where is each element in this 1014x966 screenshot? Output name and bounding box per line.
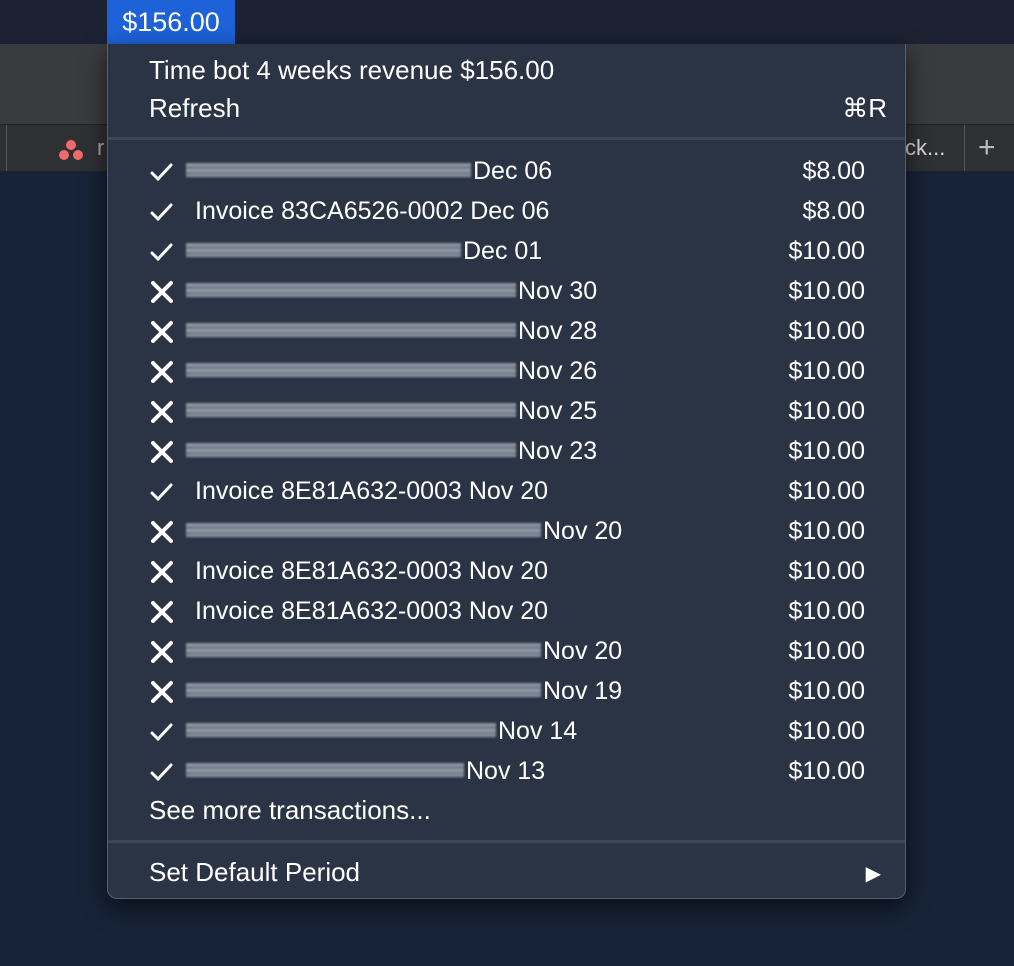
transaction-amount: $10.00 bbox=[788, 357, 865, 385]
transaction-row[interactable]: Nov 28 $10.00 bbox=[108, 312, 905, 352]
checkmark-icon bbox=[150, 203, 173, 222]
revenue-header: Time bot 4 weeks revenue $156.00 bbox=[149, 55, 555, 85]
transaction-label: Nov 28 bbox=[518, 317, 598, 345]
browser-tab[interactable] bbox=[6, 125, 107, 171]
transaction-label: Nov 25 bbox=[518, 397, 598, 425]
transaction-label: Nov 26 bbox=[518, 357, 598, 385]
transaction-amount: $10.00 bbox=[788, 237, 865, 265]
transaction-amount: $10.00 bbox=[788, 677, 865, 705]
x-mark-icon bbox=[151, 521, 173, 543]
checkmark-icon bbox=[150, 243, 173, 262]
checkmark-icon bbox=[150, 163, 173, 182]
transaction-amount: $8.00 bbox=[802, 157, 865, 185]
checkmark-icon bbox=[150, 763, 173, 782]
x-mark-icon bbox=[151, 641, 173, 663]
transaction-amount: $10.00 bbox=[788, 397, 865, 425]
revenue-status-item[interactable]: $156.00 bbox=[107, 0, 235, 44]
transaction-row[interactable]: Dec 01 $10.00 bbox=[108, 232, 905, 272]
x-mark-icon bbox=[151, 681, 173, 703]
x-mark-icon bbox=[151, 361, 173, 383]
redacted-customer-name bbox=[186, 443, 516, 457]
transaction-row[interactable]: Dec 06 $8.00 bbox=[108, 152, 905, 192]
transaction-amount: $10.00 bbox=[788, 757, 865, 785]
redacted-customer-name bbox=[186, 763, 464, 777]
transaction-label: Nov 23 bbox=[518, 437, 598, 465]
redacted-customer-name bbox=[186, 723, 496, 737]
transaction-row[interactable]: Nov 26 $10.00 bbox=[108, 352, 905, 392]
transaction-amount: $10.00 bbox=[788, 637, 865, 665]
transaction-label: Nov 14 bbox=[498, 717, 578, 745]
transaction-row[interactable]: Invoice 83CA6526-0002 Dec 06 $8.00 bbox=[108, 192, 905, 232]
transaction-row[interactable]: Invoice 8E81A632-0003 Nov 20 $10.00 bbox=[108, 592, 905, 632]
redacted-customer-name bbox=[186, 243, 461, 257]
transaction-row[interactable]: Nov 13 $10.00 bbox=[108, 752, 905, 792]
tab-divider bbox=[964, 125, 965, 171]
see-more-transactions-item[interactable]: See more transactions... bbox=[149, 795, 431, 826]
redacted-customer-name bbox=[186, 163, 471, 177]
refresh-menu-item[interactable]: Refresh bbox=[149, 93, 240, 124]
asana-logo-icon bbox=[59, 140, 83, 160]
transaction-label: Dec 06 bbox=[473, 157, 553, 185]
transaction-row[interactable]: Nov 20 $10.00 bbox=[108, 632, 905, 672]
x-mark-icon bbox=[151, 321, 173, 343]
x-mark-icon bbox=[151, 601, 173, 623]
redacted-customer-name bbox=[186, 643, 541, 657]
transaction-label: Nov 20 bbox=[543, 637, 623, 665]
dropdown-menu: Time bot 4 weeks revenue $156.00 Refresh… bbox=[107, 44, 906, 899]
set-default-period-item[interactable]: Set Default Period bbox=[149, 857, 360, 888]
transaction-amount: $10.00 bbox=[788, 317, 865, 345]
redacted-customer-name bbox=[186, 283, 516, 297]
transaction-amount: $8.00 bbox=[802, 197, 865, 225]
redacted-customer-name bbox=[186, 683, 541, 697]
x-mark-icon bbox=[151, 401, 173, 423]
transaction-row[interactable]: Nov 25 $10.00 bbox=[108, 392, 905, 432]
transaction-label: Invoice 8E81A632-0003 Nov 20 bbox=[195, 477, 549, 505]
transaction-label: Nov 19 bbox=[543, 677, 623, 705]
redacted-customer-name bbox=[186, 403, 516, 417]
transaction-row[interactable]: Nov 30 $10.00 bbox=[108, 272, 905, 312]
transaction-row[interactable]: Nov 14 $10.00 bbox=[108, 712, 905, 752]
transaction-label: Invoice 83CA6526-0002 Dec 06 bbox=[195, 197, 550, 225]
transaction-label: Nov 20 bbox=[543, 517, 623, 545]
transaction-row[interactable]: Invoice 8E81A632-0003 Nov 20 $10.00 bbox=[108, 472, 905, 512]
checkmark-icon bbox=[150, 483, 173, 502]
transaction-row[interactable]: Nov 20 $10.00 bbox=[108, 512, 905, 552]
menu-separator bbox=[108, 137, 905, 140]
redacted-customer-name bbox=[186, 363, 516, 377]
redacted-customer-name bbox=[186, 523, 541, 537]
transaction-label: Invoice 8E81A632-0003 Nov 20 bbox=[195, 557, 549, 585]
menu-bar: $156.00 bbox=[0, 0, 1014, 44]
menu-separator bbox=[108, 840, 905, 843]
x-mark-icon bbox=[151, 281, 173, 303]
refresh-shortcut: ⌘R bbox=[842, 93, 887, 123]
transaction-amount: $10.00 bbox=[788, 477, 865, 505]
tab-title: ck... bbox=[905, 135, 946, 160]
transaction-row[interactable]: Nov 23 $10.00 bbox=[108, 432, 905, 472]
redacted-customer-name bbox=[186, 323, 516, 337]
x-mark-icon bbox=[151, 561, 173, 583]
transaction-label: Nov 30 bbox=[518, 277, 598, 305]
transaction-amount: $10.00 bbox=[788, 597, 865, 625]
transaction-amount: $10.00 bbox=[788, 717, 865, 745]
transaction-amount: $10.00 bbox=[788, 517, 865, 545]
transaction-amount: $10.00 bbox=[788, 557, 865, 585]
transaction-label: Invoice 8E81A632-0003 Nov 20 bbox=[195, 597, 549, 625]
checkmark-icon bbox=[150, 723, 173, 742]
new-tab-plus-icon[interactable]: + bbox=[978, 133, 996, 163]
tab-title: r bbox=[97, 135, 105, 160]
transaction-row[interactable]: Invoice 8E81A632-0003 Nov 20 $10.00 bbox=[108, 552, 905, 592]
transaction-row[interactable]: Nov 19 $10.00 bbox=[108, 672, 905, 712]
transaction-amount: $10.00 bbox=[788, 277, 865, 305]
transaction-label: Dec 01 bbox=[463, 237, 543, 265]
transaction-label: Nov 13 bbox=[466, 757, 546, 785]
submenu-arrow-icon: ▶ bbox=[865, 863, 881, 885]
x-mark-icon bbox=[151, 441, 173, 463]
transaction-amount: $10.00 bbox=[788, 437, 865, 465]
